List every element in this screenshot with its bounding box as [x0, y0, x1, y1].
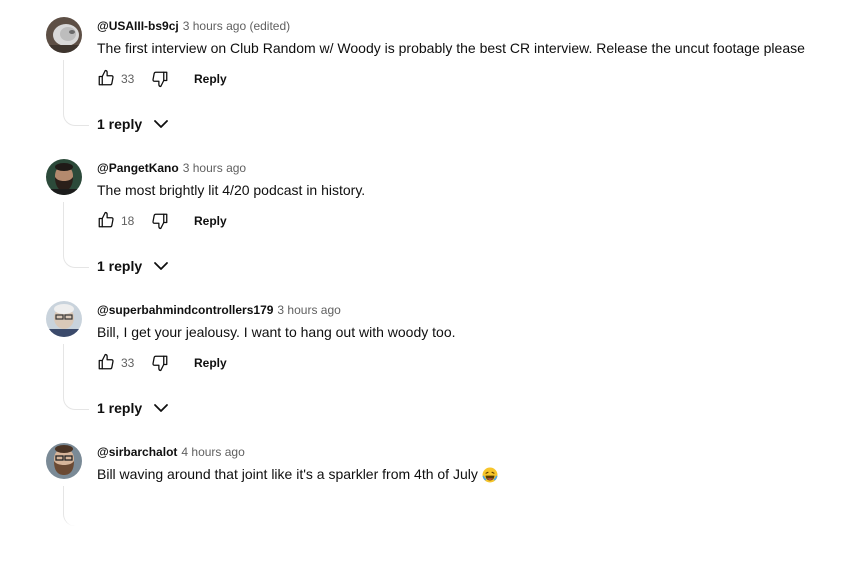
avatar[interactable]	[46, 159, 82, 195]
laughing-emoji-icon	[482, 467, 498, 483]
replies-count[interactable]: 1 reply	[97, 400, 142, 416]
thread-line	[63, 202, 89, 268]
reply-button[interactable]: Reply	[194, 72, 227, 86]
comment: @USAIII-bs9cj 3 hours ago (edited) The fi…	[0, 0, 847, 142]
thumbs-down-icon[interactable]	[151, 354, 169, 372]
replies-toggle[interactable]: 1 reply	[97, 257, 169, 277]
chevron-down-icon[interactable]	[153, 400, 169, 416]
reply-button[interactable]: Reply	[194, 356, 227, 370]
replies-count[interactable]: 1 reply	[97, 258, 142, 274]
comment-author[interactable]: @PangetKano	[97, 161, 179, 175]
comment-header: @PangetKano 3 hours ago	[97, 160, 246, 176]
chevron-down-icon[interactable]	[153, 116, 169, 132]
comment-author[interactable]: @USAIII-bs9cj	[97, 19, 179, 33]
comment: @superbahmindcontrollers179 3 hours ago B…	[0, 284, 847, 426]
comment-header: @superbahmindcontrollers179 3 hours ago	[97, 302, 341, 318]
comment-text-body: Bill waving around that joint like it's …	[97, 466, 478, 482]
comment-time[interactable]: 3 hours ago	[183, 161, 246, 175]
comment-header: @sirbarchalot 4 hours ago	[97, 444, 245, 460]
thumbs-down-icon[interactable]	[151, 212, 169, 230]
comment-text: Bill, I get your jealousy. I want to han…	[97, 324, 456, 340]
comment-text: The first interview on Club Random w/ Wo…	[97, 40, 805, 56]
comment: @sirbarchalot 4 hours ago Bill waving aro…	[0, 426, 847, 568]
comment-author[interactable]: @sirbarchalot	[97, 445, 177, 459]
comment-author[interactable]: @superbahmindcontrollers179	[97, 303, 273, 317]
avatar[interactable]	[46, 301, 82, 337]
replies-count[interactable]: 1 reply	[97, 116, 142, 132]
replies-toggle[interactable]: 1 reply	[97, 399, 169, 419]
thumbs-up-icon[interactable]	[97, 69, 115, 87]
comment-text: The most brightly lit 4/20 podcast in hi…	[97, 182, 366, 198]
like-count: 33	[121, 72, 135, 86]
comment-time[interactable]: 3 hours ago	[277, 303, 340, 317]
thread-line	[63, 344, 89, 410]
thread-line	[63, 486, 89, 526]
thread-line	[63, 60, 89, 126]
avatar[interactable]	[46, 17, 82, 53]
chevron-down-icon[interactable]	[153, 258, 169, 274]
reply-button[interactable]: Reply	[194, 214, 227, 228]
like-count: 18	[121, 214, 135, 228]
thumbs-down-icon[interactable]	[151, 70, 169, 88]
comment-time[interactable]: 4 hours ago	[181, 445, 244, 459]
comment-header: @USAIII-bs9cj 3 hours ago (edited)	[97, 18, 290, 34]
thumbs-up-icon[interactable]	[97, 211, 115, 229]
comment-time[interactable]: 3 hours ago (edited)	[183, 19, 290, 33]
like-count: 33	[121, 356, 135, 370]
comment-text: Bill waving around that joint like it's …	[97, 465, 498, 483]
comment: @PangetKano 3 hours ago The most brightly…	[0, 142, 847, 284]
thumbs-up-icon[interactable]	[97, 353, 115, 371]
avatar[interactable]	[46, 443, 82, 479]
replies-toggle[interactable]: 1 reply	[97, 115, 169, 135]
